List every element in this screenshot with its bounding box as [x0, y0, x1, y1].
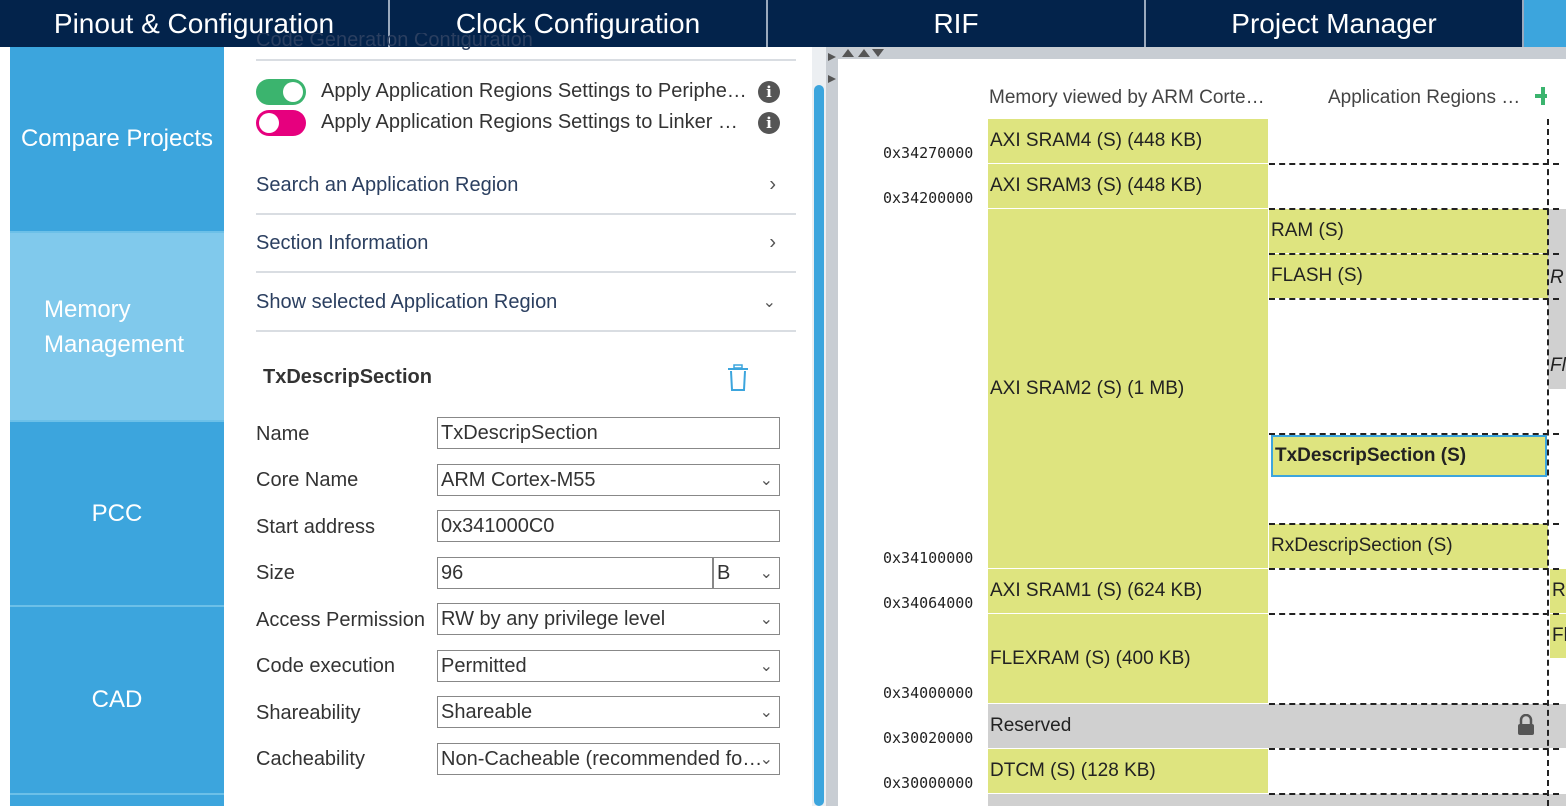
- address-label: 0x34100000: [883, 549, 974, 567]
- nav-memory-management[interactable]: Memory Management: [10, 233, 224, 422]
- scrollbar-thumb[interactable]: [814, 85, 824, 806]
- cacheability-select[interactable]: Non-Cacheable (recommended fo… ⌄: [437, 743, 780, 775]
- section-label: Search an Application Region: [256, 173, 519, 196]
- splitter[interactable]: [826, 47, 838, 806]
- info-icon[interactable]: i: [758, 112, 780, 134]
- chevron-down-icon: ⌄: [762, 294, 776, 311]
- section-show-selected-region[interactable]: Show selected Application Region ⌄: [256, 274, 796, 332]
- region-flash[interactable]: FLASH (S): [1269, 254, 1548, 298]
- nav-memory-management-label: Memory Management: [44, 295, 185, 358]
- partial-region-label: Fl: [1550, 355, 1566, 376]
- memory-block-axi-sram4[interactable]: AXI SRAM4 (S) (448 KB): [988, 119, 1268, 164]
- add-region-icon[interactable]: [1535, 85, 1551, 107]
- nav-pcc[interactable]: PCC: [10, 422, 224, 607]
- nav-compare-projects[interactable]: Compare Projects: [10, 47, 224, 233]
- selected-region-title: TxDescripSection: [263, 366, 432, 388]
- region-separator: [1269, 793, 1559, 795]
- memory-block-axi-sram3[interactable]: AXI SRAM3 (S) (448 KB): [988, 164, 1268, 209]
- column-separator: [1547, 119, 1549, 806]
- address-label: 0x30000000: [883, 774, 974, 792]
- region-separator: [1269, 298, 1559, 300]
- field-label-start-address: Start address: [256, 516, 375, 538]
- trash-icon[interactable]: [726, 364, 750, 392]
- chevron-right-icon: ›: [769, 231, 776, 254]
- memory-block-dtcm[interactable]: DTCM (S) (128 KB): [988, 749, 1268, 794]
- nav-cad[interactable]: CAD: [10, 607, 224, 795]
- section-label: Section Information: [256, 231, 429, 254]
- lock-icon: [1517, 713, 1535, 736]
- memory-block-axi-sram1[interactable]: AXI SRAM1 (S) (624 KB): [988, 569, 1268, 614]
- region-separator: [1269, 703, 1559, 705]
- address-label: 0x34064000: [883, 594, 974, 612]
- toggle-linker-label: Apply Application Regions Settings to Li…: [321, 111, 738, 133]
- field-label-cacheability: Cacheability: [256, 748, 365, 770]
- field-label-code-execution: Code execution: [256, 655, 395, 677]
- memory-map: Memory viewed by ARM Corte… Application …: [838, 59, 1566, 806]
- partial-region-label: R: [1550, 267, 1564, 288]
- memory-block-reserved[interactable]: Reserved: [988, 704, 1566, 749]
- address-label: 0x30020000: [883, 729, 974, 747]
- memory-block-next: [988, 794, 1566, 806]
- memory-block-axi-sram2[interactable]: AXI SRAM2 (S) (1 MB): [988, 209, 1268, 569]
- chevron-down-icon: ⌄: [759, 658, 773, 675]
- field-label-name: Name: [256, 423, 310, 445]
- address-label: 0x34000000: [883, 684, 974, 702]
- chevron-down-icon: ⌄: [759, 472, 773, 489]
- memory-view-header: Memory viewed by ARM Corte…: [989, 87, 1265, 108]
- name-field[interactable]: TxDescripSection: [437, 417, 780, 449]
- region-separator: [1269, 433, 1559, 435]
- region-separator: [1269, 613, 1559, 615]
- regions-header: Application Regions …: [1328, 87, 1521, 108]
- tab-tools-partial[interactable]: [1524, 0, 1566, 47]
- chevron-down-icon: ⌄: [759, 565, 773, 582]
- toggle-periph-label: Apply Application Regions Settings to Pe…: [321, 80, 747, 102]
- toggle-linker-regions[interactable]: [256, 110, 306, 136]
- field-label-core-name: Core Name: [256, 469, 359, 491]
- memory-map-frame: Memory viewed by ARM Corte… Application …: [838, 47, 1566, 806]
- field-label-shareability: Shareability: [256, 702, 361, 724]
- region-separator: [1269, 253, 1559, 255]
- code-execution-select[interactable]: Permitted ⌄: [437, 650, 780, 682]
- section-section-information[interactable]: Section Information ›: [256, 215, 796, 273]
- size-field[interactable]: 96: [437, 557, 713, 589]
- partial-region-ram[interactable]: R: [1550, 569, 1566, 613]
- region-rxdescripsection[interactable]: RxDescripSection (S): [1269, 524, 1548, 568]
- region-separator: [1269, 163, 1559, 165]
- region-ram[interactable]: RAM (S): [1269, 209, 1548, 253]
- left-nav: Compare Projects Memory Management PCC C…: [10, 47, 224, 806]
- section-header-code-generation: Code Generation Configuration: [256, 33, 796, 61]
- toggle-knob: [283, 82, 303, 102]
- region-separator: [1269, 523, 1559, 525]
- region-txdescripsection[interactable]: TxDescripSection (S): [1271, 435, 1547, 477]
- shareability-select[interactable]: Shareable ⌄: [437, 696, 780, 728]
- memory-block-flexram[interactable]: FLEXRAM (S) (400 KB): [988, 614, 1268, 704]
- tab-rif[interactable]: RIF: [768, 0, 1146, 47]
- region-separator: [1269, 208, 1559, 210]
- chevron-down-icon: ⌄: [759, 751, 773, 768]
- configuration-panel: Code Generation Configuration Apply Appl…: [224, 33, 812, 806]
- region-separator: [1269, 568, 1559, 570]
- toggle-periph-regions[interactable]: [256, 79, 306, 105]
- section-search-region[interactable]: Search an Application Region ›: [256, 157, 796, 215]
- core-name-select[interactable]: ARM Cortex-M55 ⌄: [437, 464, 780, 496]
- address-label: 0x34270000: [883, 144, 974, 162]
- toggle-knob: [259, 113, 279, 133]
- chevron-right-icon: ›: [769, 173, 776, 196]
- address-label: 0x34200000: [883, 189, 974, 207]
- section-label: Show selected Application Region: [256, 290, 558, 313]
- access-permission-select[interactable]: RW by any privilege level ⌄: [437, 603, 780, 635]
- partial-region-flash[interactable]: Fl: [1550, 614, 1566, 658]
- chevron-down-icon: ⌄: [759, 611, 773, 628]
- field-label-access-permission: Access Permission: [256, 609, 425, 631]
- info-icon[interactable]: i: [758, 81, 780, 103]
- field-label-size: Size: [256, 562, 295, 584]
- tab-project-manager[interactable]: Project Manager: [1146, 0, 1524, 47]
- size-unit-select[interactable]: B ⌄: [713, 557, 780, 589]
- region-separator: [1269, 748, 1559, 750]
- start-address-field[interactable]: 0x341000C0: [437, 510, 780, 542]
- chevron-down-icon: ⌄: [759, 704, 773, 721]
- panel-scrollbar[interactable]: [812, 47, 826, 806]
